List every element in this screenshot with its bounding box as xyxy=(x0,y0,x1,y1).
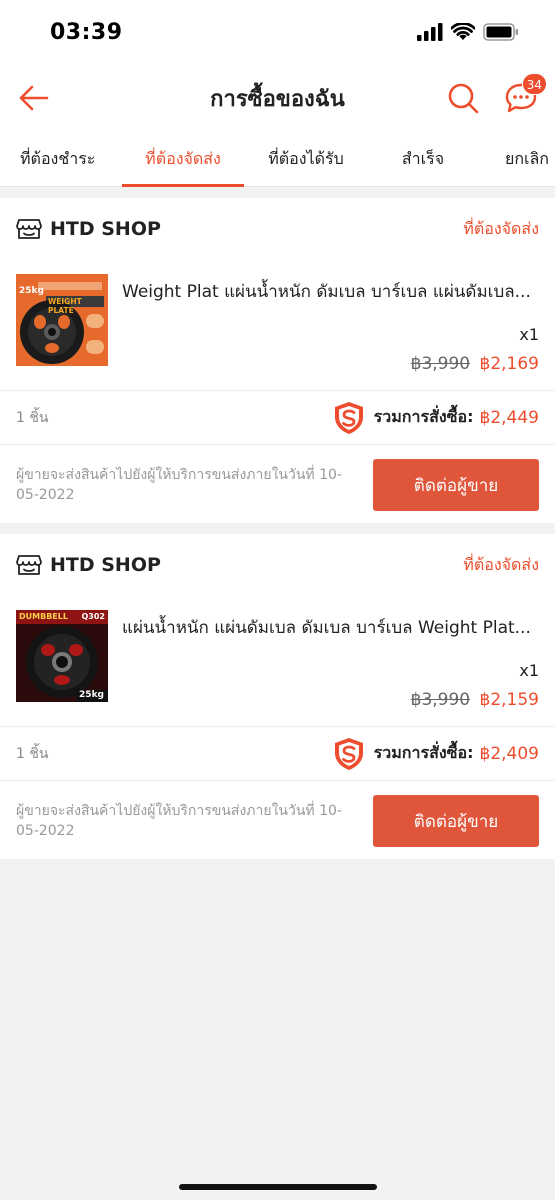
order-tabs: ที่ต้องชำระ ที่ต้องจัดส่ง ที่ต้องได้รับ … xyxy=(0,132,555,187)
product-prices: ฿3,990 ฿2,169 xyxy=(122,354,539,374)
order-total-row: 1 ชิ้น รวมการสั่งซื้อ: ฿2,449 xyxy=(0,391,555,445)
product-thumbnail: 25kg WEIGHT PLATE xyxy=(16,274,108,366)
tab-to-ship[interactable]: ที่ต้องจัดส่ง xyxy=(122,132,244,187)
thumb-code-label: Q302 xyxy=(81,612,106,621)
search-icon xyxy=(448,83,479,114)
chat-badge: 34 xyxy=(521,73,547,95)
search-button[interactable] xyxy=(445,80,481,116)
shop-header[interactable]: HTD SHOP ที่ต้องจัดส่ง xyxy=(0,198,555,260)
tab-to-pay[interactable]: ที่ต้องชำระ xyxy=(0,132,122,186)
shipping-note: ผู้ขายจะส่งสินค้าไปยังผู้ให้บริการขนส่งภ… xyxy=(16,467,342,503)
contact-seller-button[interactable]: ติดต่อผู้ขาย xyxy=(373,459,539,511)
status-icons xyxy=(417,23,519,41)
wifi-icon xyxy=(451,23,475,40)
item-count: 1 ชิ้น xyxy=(16,745,49,762)
tab-cancelled[interactable]: ยกเลิก xyxy=(478,132,555,186)
contact-seller-button[interactable]: ติดต่อผู้ขาย xyxy=(373,795,539,847)
product-quantity: x1 xyxy=(519,325,539,344)
store-icon xyxy=(16,555,42,575)
shopee-guarantee-icon xyxy=(334,737,363,770)
arrow-left-icon xyxy=(19,85,49,111)
order-card: HTD SHOP ที่ต้องจัดส่ง DUMBBELL Q302 25k… xyxy=(0,534,555,859)
shop-header[interactable]: HTD SHOP ที่ต้องจัดส่ง xyxy=(0,534,555,596)
dumbbell-plate-image xyxy=(16,610,108,702)
product-name: Weight Plat แผ่นน้ำหนัก ดัมเบล บาร์เบล แ… xyxy=(122,282,531,302)
total-value: ฿2,449 xyxy=(479,407,539,428)
shop-name: HTD SHOP xyxy=(50,218,161,240)
nav-bar: การซื้อของฉัน 34 xyxy=(0,64,555,132)
product-quantity: x1 xyxy=(519,661,539,680)
shipping-row: ผู้ขายจะส่งสินค้าไปยังผู้ให้บริการขนส่งภ… xyxy=(0,445,555,523)
sale-price: ฿2,169 xyxy=(479,354,539,374)
order-status: ที่ต้องจัดส่ง xyxy=(463,218,539,238)
total-label: รวมการสั่งซื้อ: xyxy=(373,743,474,762)
battery-icon xyxy=(483,23,518,41)
tab-completed[interactable]: สำเร็จ xyxy=(368,132,478,186)
product-prices: ฿3,990 ฿2,159 xyxy=(122,690,539,710)
status-bar: 03:39 xyxy=(0,0,555,64)
original-price: ฿3,990 xyxy=(410,354,471,374)
tab-to-receive[interactable]: ที่ต้องได้รับ xyxy=(244,132,368,186)
home-indicator[interactable] xyxy=(178,1184,377,1190)
product-name: แผ่นน้ำหนัก แผ่นดัมเบล ดัมเบล บาร์เบล We… xyxy=(122,618,531,638)
divider xyxy=(0,187,555,198)
product-thumbnail: DUMBBELL Q302 25kg xyxy=(16,610,108,702)
order-card: HTD SHOP ที่ต้องจัดส่ง 25kg WEIGHT PLATE xyxy=(0,198,555,523)
order-status: ที่ต้องจัดส่ง xyxy=(463,554,539,574)
signal-icon xyxy=(417,23,443,41)
order-total-row: 1 ชิ้น รวมการสั่งซื้อ: ฿2,409 xyxy=(0,727,555,781)
item-count: 1 ชิ้น xyxy=(16,409,49,426)
shop-name: HTD SHOP xyxy=(50,554,161,576)
sale-price: ฿2,159 xyxy=(479,690,539,710)
product-info: แผ่นน้ำหนัก แผ่นดัมเบล ดัมเบล บาร์เบล We… xyxy=(122,610,539,710)
thumb-weight-label: 25kg xyxy=(19,286,44,296)
total-label: รวมการสั่งซื้อ: xyxy=(373,407,474,426)
thumb-weight-label: 25kg xyxy=(79,690,104,700)
shipping-note: ผู้ขายจะส่งสินค้าไปยังผู้ให้บริการขนส่งภ… xyxy=(16,803,342,839)
shipping-row: ผู้ขายจะส่งสินค้าไปยังผู้ให้บริการขนส่งภ… xyxy=(0,781,555,859)
status-time: 03:39 xyxy=(50,19,123,45)
order-total: รวมการสั่งซื้อ: ฿2,409 xyxy=(332,737,539,771)
back-button[interactable] xyxy=(16,80,52,116)
product-info: Weight Plat แผ่นน้ำหนัก ดัมเบล บาร์เบล แ… xyxy=(122,274,539,374)
nav-actions: 34 xyxy=(445,73,547,116)
top-area: 03:39 การซื้อของฉัน 34 ที่ต้องชำระ ที่ต้… xyxy=(0,0,555,187)
order-total: รวมการสั่งซื้อ: ฿2,449 xyxy=(332,401,539,435)
thumb-banner-label: WEIGHT PLATE xyxy=(48,297,82,315)
original-price: ฿3,990 xyxy=(410,690,471,710)
thumb-dumbbell-label: DUMBBELL xyxy=(19,612,68,621)
store-icon xyxy=(16,219,42,239)
product-row[interactable]: 25kg WEIGHT PLATE Weight Plat แผ่นน้ำหนั… xyxy=(0,260,555,391)
total-value: ฿2,409 xyxy=(479,743,539,764)
chat-button[interactable]: 34 xyxy=(503,73,547,116)
shopee-guarantee-icon xyxy=(334,401,363,434)
product-row[interactable]: DUMBBELL Q302 25kg แผ่นน้ำหนัก แผ่นดัมเบ… xyxy=(0,596,555,727)
